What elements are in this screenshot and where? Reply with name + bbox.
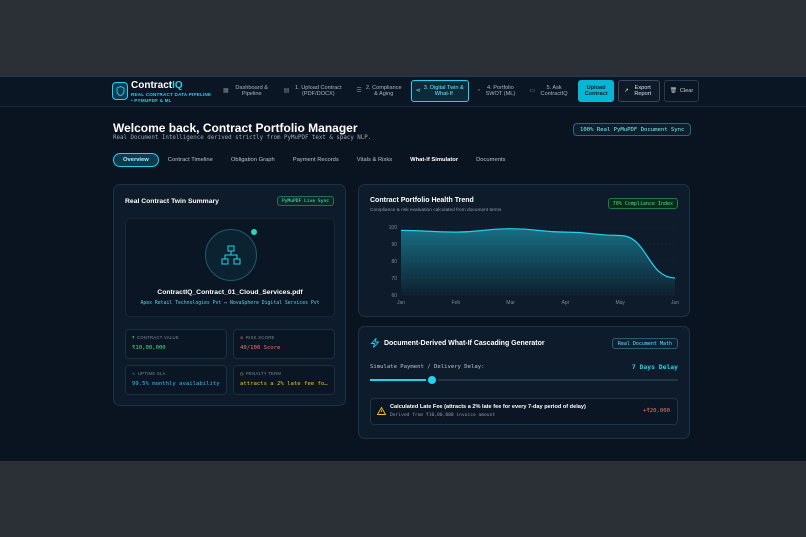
twin-summary-card: Real Contract Twin Summary PyMuPDF Live … [113, 184, 346, 406]
x-tick-label: Feb [451, 300, 460, 306]
rupee-icon: ₹ [132, 335, 135, 340]
stat-value: 99.5% monthly availability [132, 381, 220, 387]
tab-contract-timeline[interactable]: Contract Timeline [159, 153, 222, 167]
delay-slider-label: Simulate Payment / Delivery Delay: [370, 364, 485, 370]
live-status-dot [251, 229, 257, 235]
slider-thumb[interactable] [427, 376, 436, 384]
late-fee-amount: +₹20,000 [643, 408, 670, 414]
y-tick-label: 90 [391, 242, 397, 248]
nav-item-upload-contract[interactable]: ▤ 1. Upload Contract (PDF/DOCX) [280, 80, 349, 102]
health-trend-chart: 60 70 80 90 100 Jan Feb Mar Apr May Jun [389, 225, 680, 306]
chart-title: Contract Portfolio Health Trend [370, 197, 474, 204]
health-trend-card: Contract Portfolio Health Trend Complian… [358, 184, 690, 317]
stat-value: ₹10,00,000 [132, 345, 166, 351]
clock-icon: ◷ [240, 371, 244, 376]
brand-name: ContractIQ [131, 80, 183, 91]
tab-payment-records[interactable]: Payment Records [284, 153, 348, 167]
compliance-index-badge: 70% Compliance Index [607, 198, 678, 209]
share-icon: ⋖ [415, 87, 421, 94]
series-area [401, 228, 675, 295]
y-tick-label: 70 [391, 276, 397, 282]
network-icon [221, 245, 241, 265]
contract-file-name: ContractIQ_Contract_01_Cloud_Services.pd… [157, 289, 303, 296]
x-tick-label: May [615, 300, 625, 306]
brand: ContractIQ REAL CONTRACT DATA PIPELINE •… [131, 80, 213, 104]
x-tick-label: Jan [397, 300, 405, 306]
upload-icon: ▤ [283, 87, 290, 94]
shield-logo-icon [112, 82, 128, 100]
stat-uptime-sla: ∿ UPTIME SLA 99.5% monthly availability [125, 365, 227, 395]
twin-visual-panel: ContractIQ_Contract_01_Cloud_Services.pd… [125, 218, 335, 317]
chart-subtitle: Compliance & risk evaluation calculated … [370, 208, 502, 213]
y-tick-label: 80 [391, 259, 397, 265]
y-tick-label: 100 [389, 225, 398, 231]
x-tick-label: Apr [562, 300, 570, 306]
grid-icon: ▦ [223, 87, 229, 94]
tab-obligation-graph[interactable]: Obligation Graph [222, 153, 284, 167]
stat-value: 40/100 Score [240, 345, 281, 351]
nav-item-ask-contractiq[interactable]: ▭ 5. Ask ContractIQ [525, 80, 574, 102]
pulse-icon: ∿ [132, 371, 136, 376]
tab-overview[interactable]: Overview [113, 153, 159, 167]
slider-fill [370, 379, 432, 381]
brand-subtitle: REAL CONTRACT DATA PIPELINE • PYMUPDF & … [131, 92, 212, 103]
late-fee-derivation: Derived from ₹10,00,000 invoice amount [390, 413, 496, 418]
late-fee-result: Calculated Late Fee (attracts a 2% late … [370, 398, 678, 425]
nav-item-dashboard[interactable]: ▦ Dashboard & Pipeline [219, 80, 276, 102]
bolt-icon [370, 338, 380, 348]
tab-bar: Overview Contract Timeline Obligation Gr… [113, 153, 514, 167]
sync-badge: 100% Real PyMuPDF Document Sync [573, 123, 692, 136]
upload-contract-button[interactable]: Upload Contract [578, 80, 615, 102]
chat-icon: ▭ [529, 87, 536, 94]
export-icon: ↗ [624, 87, 629, 94]
twin-network-circle [205, 229, 257, 281]
stat-risk-score: ⊘ RISK SCORE 40/100 Score [233, 329, 335, 359]
stat-value: attracts a 2% late fee for every 7-day p… [240, 381, 328, 387]
nav-item-digital-twin[interactable]: ⋖ 3. Digital Twin & What-If [410, 80, 469, 102]
top-bar: ContractIQ REAL CONTRACT DATA PIPELINE •… [0, 77, 806, 107]
trash-icon: 🗑 [669, 87, 677, 94]
page-subtitle: Real Document Intelligence derived stric… [113, 135, 372, 141]
delay-value: 7 Days Delay [631, 363, 678, 371]
live-sync-badge: PyMuPDF Live Sync [276, 196, 334, 206]
what-if-title: Document-Derived What-If Cascading Gener… [384, 340, 545, 347]
page-title: Welcome back, Contract Portfolio Manager [113, 121, 358, 135]
nav-item-portfolio-swot[interactable]: ◔ 4. Portfolio SWOT (ML) [473, 80, 522, 102]
check-list-icon: ☰ [356, 87, 362, 94]
late-fee-title: Calculated Late Fee (attracts a 2% late … [390, 404, 586, 410]
export-report-button[interactable]: ↗ Export Report [618, 80, 660, 102]
tab-what-if-simulator[interactable]: What-If Simulator [401, 153, 467, 167]
stat-penalty-term: ◷ PENALTY TERM attracts a 2% late fee for… [233, 365, 335, 395]
app-window: ContractIQ REAL CONTRACT DATA PIPELINE •… [0, 76, 806, 461]
alert-circle-icon: ⊘ [240, 335, 244, 340]
nav-item-compliance[interactable]: ☰ 2. Compliance & Aging [352, 80, 406, 102]
warning-icon [377, 407, 386, 415]
delay-slider[interactable] [370, 376, 678, 384]
tab-vitals-risks[interactable]: Vitals & Risks [348, 153, 401, 167]
y-tick-label: 60 [391, 293, 397, 299]
what-if-card: Document-Derived What-If Cascading Gener… [358, 326, 690, 439]
x-tick-label: Jun [671, 300, 679, 306]
contract-parties: Apex Retail Technologies Pvt ↔ NovaSpher… [140, 301, 320, 306]
clear-button[interactable]: 🗑 Clear [663, 80, 700, 102]
main-nav: ▦ Dashboard & Pipeline ▤ 1. Upload Contrac… [219, 80, 700, 102]
twin-summary-title: Real Contract Twin Summary [125, 198, 219, 205]
stat-contract-value: ₹ CONTRACT VALUE ₹10,00,000 [125, 329, 227, 359]
real-math-badge: Real Document Math [611, 338, 678, 349]
tab-documents[interactable]: Documents [467, 153, 514, 167]
x-tick-label: Mar [506, 300, 515, 306]
pie-icon: ◔ [476, 87, 481, 94]
footer-bar [0, 457, 806, 461]
